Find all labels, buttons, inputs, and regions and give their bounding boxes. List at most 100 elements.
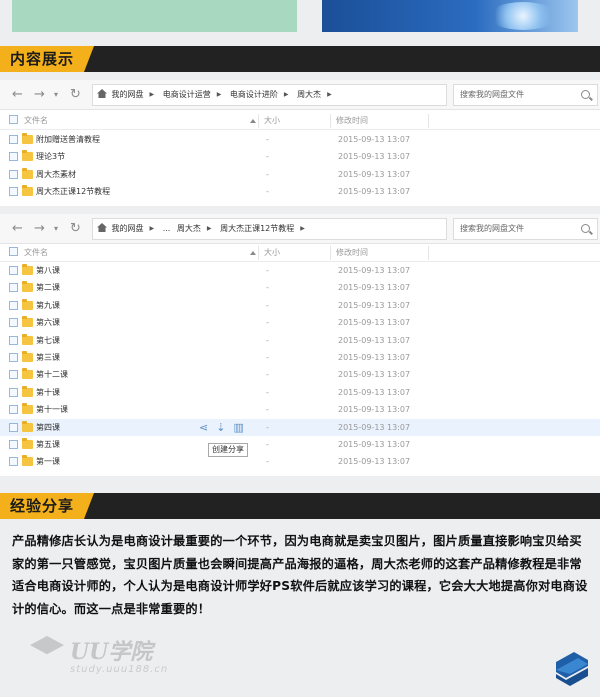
column-modified[interactable]: 修改时间 <box>336 244 368 262</box>
breadcrumb-separator-icon[interactable]: ▶ <box>284 85 289 105</box>
file-name[interactable]: 附加赠送普清教程 <box>36 131 100 148</box>
file-name[interactable]: 第九课 <box>36 297 60 314</box>
share-icon[interactable]: ⋖ <box>199 419 208 436</box>
forward-arrow-icon[interactable]: → <box>34 220 45 238</box>
file-name[interactable]: 第十课 <box>36 384 60 401</box>
row-checkbox[interactable] <box>9 283 18 293</box>
file-name[interactable]: 第十二课 <box>36 366 68 383</box>
breadcrumb-separator-icon[interactable]: ▶ <box>217 85 222 105</box>
file-name[interactable]: 第四课 <box>36 419 60 436</box>
refresh-icon[interactable]: ↻ <box>70 86 81 104</box>
row-checkbox[interactable] <box>9 352 18 362</box>
file-name[interactable]: 理论3节 <box>36 148 65 165</box>
file-name[interactable]: 第十一课 <box>36 401 68 418</box>
row-checkbox[interactable] <box>9 135 18 144</box>
row-checkbox[interactable] <box>9 422 18 432</box>
graduation-cap-icon <box>30 636 64 655</box>
row-checkbox[interactable] <box>9 300 18 310</box>
file-row[interactable]: 周大杰素材 - 2015-09-13 13:07 <box>0 166 600 183</box>
search-input[interactable]: 搜索我的网盘文件 <box>453 218 598 240</box>
row-checkbox[interactable] <box>9 266 18 275</box>
folder-icon <box>22 403 33 415</box>
file-row[interactable]: 第十二课 - 2015-09-13 13:07 <box>0 366 600 383</box>
select-all-checkbox[interactable] <box>9 244 18 262</box>
breadcrumb-item[interactable]: 周大杰正课12节教程 <box>220 219 294 239</box>
file-modified: 2015-09-13 13:07 <box>338 422 411 432</box>
breadcrumb-item[interactable]: ... <box>163 219 171 239</box>
breadcrumb-item[interactable]: 电商设计运营 <box>163 85 211 105</box>
row-checkbox[interactable] <box>9 370 18 380</box>
history-dropdown-icon[interactable]: ▾ <box>54 220 58 238</box>
file-row[interactable]: 理论3节 - 2015-09-13 13:07 <box>0 148 600 165</box>
file-name[interactable]: 第三课 <box>36 349 60 366</box>
row-checkbox[interactable] <box>9 439 18 449</box>
file-name[interactable]: 第八课 <box>36 262 60 279</box>
breadcrumb-item[interactable]: 我的网盘 <box>112 219 144 239</box>
row-checkbox[interactable] <box>9 457 18 467</box>
sort-asc-icon[interactable] <box>250 251 256 255</box>
file-name[interactable]: 第六课 <box>36 314 60 331</box>
row-checkbox[interactable] <box>9 405 18 415</box>
sort-asc-icon[interactable] <box>250 119 256 123</box>
breadcrumb-item[interactable]: 电商设计进阶 <box>230 85 278 105</box>
column-name[interactable]: 文件名 <box>24 112 48 130</box>
file-size: - <box>266 405 269 415</box>
file-row[interactable]: 第二课 - 2015-09-13 13:07 <box>0 279 600 296</box>
file-name[interactable]: 第一课 <box>36 453 60 470</box>
file-name[interactable]: 第五课 <box>36 436 60 453</box>
row-checkbox[interactable] <box>9 318 18 328</box>
banner-image-right <box>322 0 578 32</box>
breadcrumb-item[interactable]: 我的网盘 <box>112 85 144 105</box>
file-name[interactable]: 第二课 <box>36 279 60 296</box>
folder-icon <box>22 133 33 144</box>
breadcrumb-item[interactable]: 周大杰 <box>177 219 201 239</box>
refresh-icon[interactable]: ↻ <box>70 220 81 238</box>
row-checkbox[interactable] <box>9 335 18 345</box>
breadcrumb-separator-icon[interactable]: ▶ <box>327 85 332 105</box>
breadcrumb-item[interactable]: 周大杰 <box>297 85 321 105</box>
back-arrow-icon[interactable]: ← <box>12 220 23 238</box>
breadcrumb-separator-icon[interactable]: ▶ <box>150 219 155 239</box>
file-row[interactable]: 第十课 - 2015-09-13 13:07 <box>0 384 600 401</box>
file-row-hovered[interactable]: 第四课 ⋖ ⇣ ▥ - 2015-09-13 13:07 <box>0 418 600 436</box>
row-checkbox[interactable] <box>9 152 18 162</box>
file-row[interactable]: 第三课 - 2015-09-13 13:07 <box>0 349 600 366</box>
row-checkbox[interactable] <box>9 387 18 397</box>
breadcrumb-separator-icon[interactable]: ▶ <box>300 219 305 239</box>
file-row[interactable]: 第十一课 - 2015-09-13 13:07 <box>0 401 600 418</box>
home-icon[interactable] <box>97 223 107 232</box>
forward-arrow-icon[interactable]: → <box>34 86 45 104</box>
search-icon[interactable] <box>581 224 590 233</box>
file-row[interactable]: 第九课 - 2015-09-13 13:07 <box>0 297 600 314</box>
breadcrumb-separator-icon[interactable]: ▶ <box>207 219 212 239</box>
back-arrow-icon[interactable]: ← <box>12 86 23 104</box>
home-icon[interactable] <box>97 89 107 98</box>
column-size[interactable]: 大小 <box>264 244 280 262</box>
folder-icon <box>22 333 33 345</box>
history-dropdown-icon[interactable]: ▾ <box>54 86 58 104</box>
select-all-checkbox[interactable] <box>9 112 18 130</box>
file-row[interactable]: 附加赠送普清教程 - 2015-09-13 13:07 <box>0 131 600 148</box>
file-name[interactable]: 周大杰正课12节教程 <box>36 183 110 200</box>
download-icon[interactable]: ⇣ <box>216 419 225 436</box>
file-row[interactable]: 第五课 - 2015-09-13 13:07 <box>0 436 600 453</box>
column-name[interactable]: 文件名 <box>24 244 48 262</box>
content-section-title: 内容展示 <box>0 46 95 72</box>
row-checkbox[interactable] <box>9 169 18 179</box>
row-checkbox[interactable] <box>9 187 18 197</box>
delete-icon[interactable]: ▥ <box>233 419 243 436</box>
file-row[interactable]: 第七课 - 2015-09-13 13:07 <box>0 332 600 349</box>
experience-section-header: 经验分享 <box>0 493 600 519</box>
column-modified[interactable]: 修改时间 <box>336 112 368 130</box>
breadcrumb-separator-icon[interactable]: ▶ <box>150 85 155 105</box>
file-row[interactable]: 周大杰正课12节教程 - 2015-09-13 13:07 <box>0 183 600 200</box>
file-row[interactable]: 第一课 - 2015-09-13 13:07 <box>0 453 600 470</box>
search-icon[interactable] <box>581 90 590 99</box>
search-input[interactable]: 搜索我的网盘文件 <box>453 84 598 106</box>
file-size: - <box>266 266 269 275</box>
file-name[interactable]: 周大杰素材 <box>36 166 76 183</box>
column-size[interactable]: 大小 <box>264 112 280 130</box>
file-row[interactable]: 第八课 - 2015-09-13 13:07 <box>0 262 600 279</box>
file-row[interactable]: 第六课 - 2015-09-13 13:07 <box>0 314 600 331</box>
file-name[interactable]: 第七课 <box>36 332 60 349</box>
